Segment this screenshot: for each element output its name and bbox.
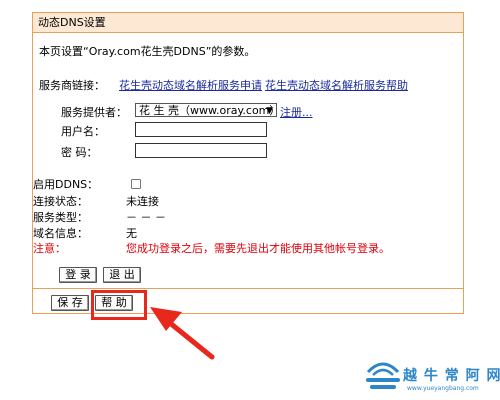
watermark-text: 越 牛 常 阿 网 [403,368,500,384]
watermark-url: www.yueyangbang.com [407,385,479,392]
watermark-logo-icon [366,362,400,389]
